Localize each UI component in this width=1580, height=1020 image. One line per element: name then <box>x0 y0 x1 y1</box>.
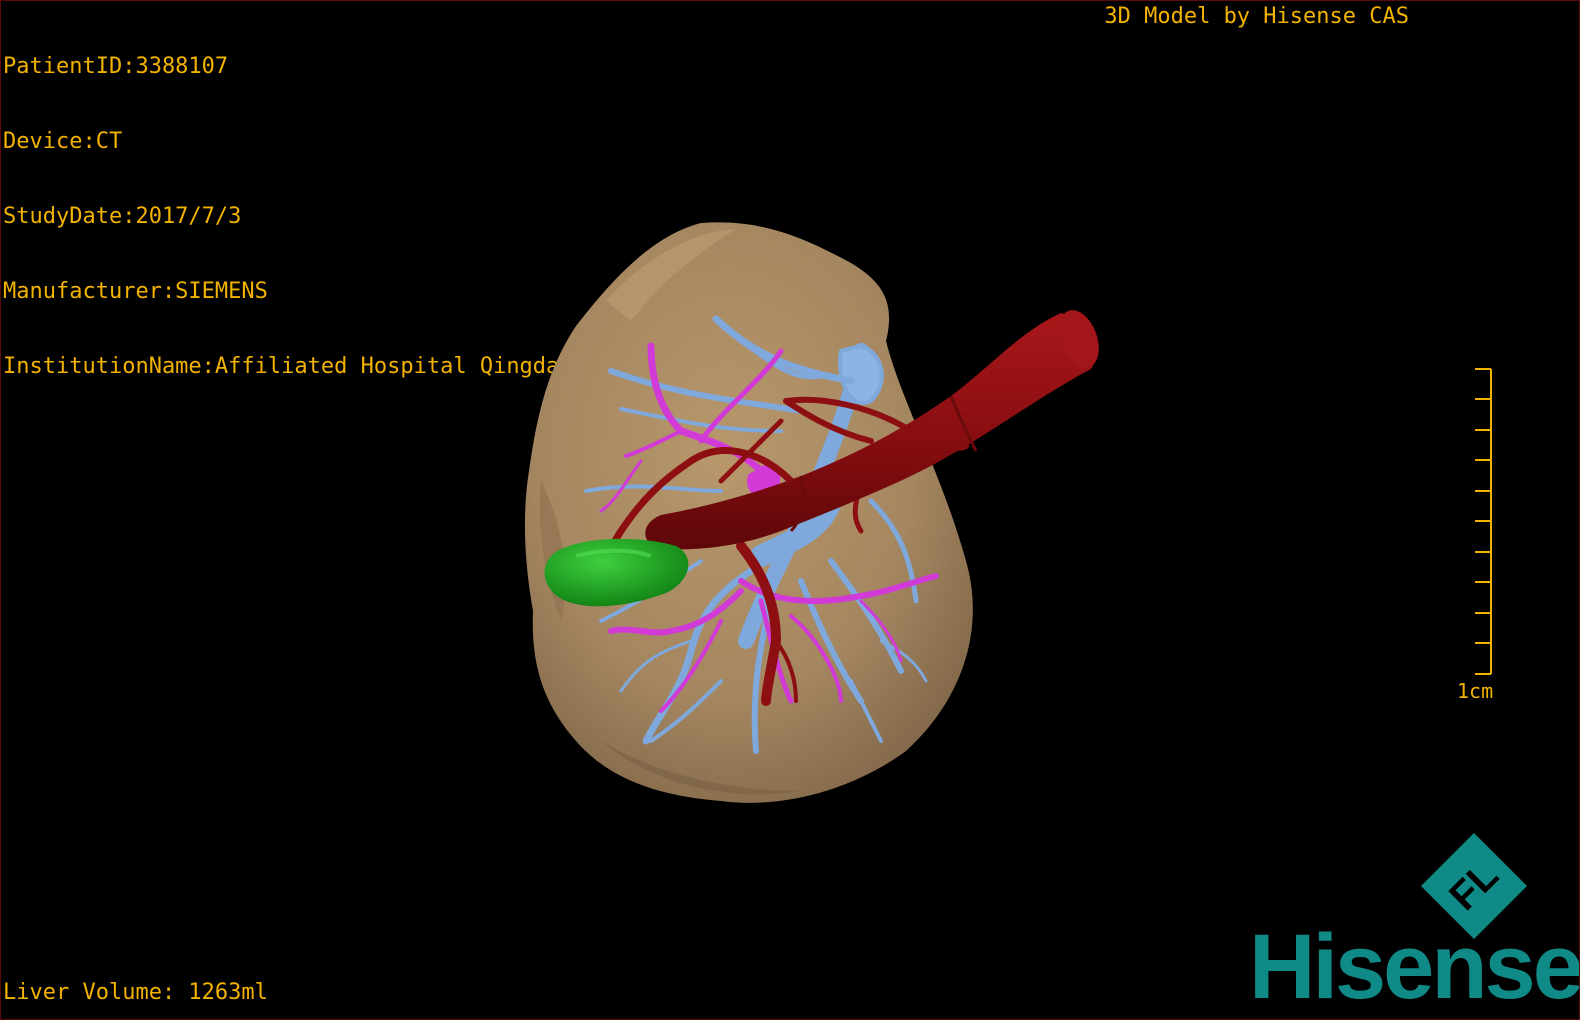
liver-volume-text: Liver Volume: 1263ml <box>3 980 268 1005</box>
scale-bar-label: 1cm <box>1457 679 1494 703</box>
liver-3d-model[interactable] <box>1 1 1580 1020</box>
scale-bar <box>1475 368 1492 675</box>
hisense-logo: Hisense <box>1249 916 1580 1018</box>
3d-viewport[interactable]: PatientID:3388107 Device:CT StudyDate:20… <box>0 0 1580 1020</box>
